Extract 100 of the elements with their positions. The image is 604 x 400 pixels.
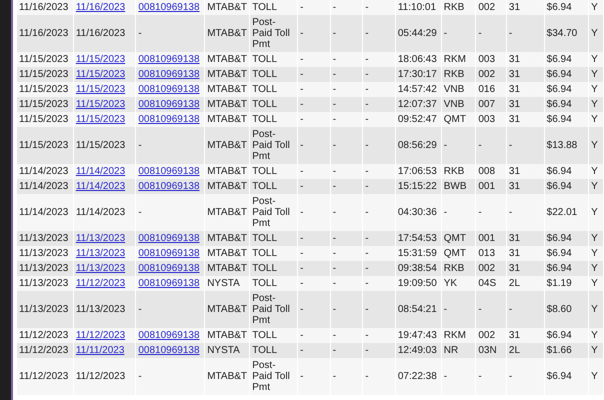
table-cell: RKB [442,67,476,82]
table-cell: - [476,194,506,231]
table-cell: 11/14/2023 [74,194,136,231]
table-cell: Y [589,328,603,343]
table-cell: TOLL [250,343,298,358]
table-cell: - [298,112,330,127]
table-cell: RKB [442,261,476,276]
table-cell: 11/13/2023 [17,261,73,276]
table-cell: RKM [442,52,476,67]
table-cell: 11/15/2023 [17,97,73,112]
table-cell: - [363,112,395,127]
table-cell: 003 [476,112,506,127]
table-cell: 09:52:47 [396,112,441,127]
table-cell: - [298,164,330,179]
table-cell: Y [589,246,603,261]
table-cell: 11:10:01 [396,0,441,15]
table-cell: - [298,82,330,97]
table-cell: - [298,179,330,194]
table-cell: 002 [476,67,506,82]
table-cell: TOLL [250,67,298,82]
table-cell: 31 [506,67,544,82]
table-cell: 001 [476,179,506,194]
table-cell: - [363,246,395,261]
table-cell: - [330,358,362,395]
table-cell: MTAB&T [205,246,250,261]
table-cell: - [298,246,330,261]
table-cell: - [506,127,544,164]
table-cell: - [363,231,395,246]
table-cell: $6.94 [544,231,588,246]
table-cell: 17:30:17 [396,67,441,82]
table-cell: - [298,328,330,343]
table-cell: $22.01 [544,194,588,231]
table-cell: 19:47:43 [396,328,441,343]
table-cell: QMT [442,112,476,127]
table-cell: - [506,358,544,395]
table-cell: NYSTA [205,343,250,358]
table-cell: - [363,15,395,52]
table-cell: RKB [442,0,476,15]
table-cell: $6.94 [544,82,588,97]
table-cell: Y [589,164,603,179]
table-cell: 31 [506,328,544,343]
table-cell: - [506,194,544,231]
table-cell: - [363,164,395,179]
table-cell: MTAB&T [205,179,250,194]
table-cell: NYSTA [205,276,250,291]
table-cell: - [442,194,476,231]
table-cell: MTAB&T [205,0,250,15]
table-cell: - [363,328,395,343]
table-cell: TOLL [250,246,298,261]
table-cell: - [330,179,362,194]
table-cell: QMT [442,231,476,246]
table-cell: Y [589,82,603,97]
table-cell: MTAB&T [205,15,250,52]
table-cell: 2L [506,276,544,291]
table-cell: - [442,291,476,328]
table-cell: 04S [476,276,506,291]
table-cell: - [363,343,395,358]
table-cell: 31 [506,112,544,127]
table-cell: MTAB&T [205,127,250,164]
table-cell: Post-Paid Toll Pmt [250,291,298,328]
table-cell: TOLL [250,52,298,67]
table-cell: - [330,261,362,276]
table-cell: 17:54:53 [396,231,441,246]
table-cell: - [363,276,395,291]
table-cell: - [298,0,330,15]
table-cell: 31 [506,246,544,261]
table-cell: 31 [506,0,544,15]
table-cell: 18:06:43 [396,52,441,67]
table-cell: 11/13/2023 [17,291,73,328]
table-cell: MTAB&T [205,231,250,246]
table-cell: 11/12/2023 [17,343,73,358]
table-cell: - [442,15,476,52]
table-cell: 31 [506,261,544,276]
table-cell: - [330,15,362,52]
table-cell: 19:09:50 [396,276,441,291]
table-cell: 11/14/2023 [17,164,73,179]
table-cell: $6.94 [544,0,588,15]
table-cell: $6.94 [544,164,588,179]
table-cell: Y [589,231,603,246]
table-cell: - [330,194,362,231]
table-cell: $6.94 [544,261,588,276]
table-cell: 11/13/2023 [17,246,73,261]
table-cell: 008 [476,164,506,179]
table-cell: 31 [506,164,544,179]
table-cell: $13.88 [544,127,588,164]
table-cell: - [476,291,506,328]
table-cell: - [298,67,330,82]
table-cell: - [136,15,204,52]
table-cell: - [298,358,330,395]
table-cell: 11/14/2023 [17,179,73,194]
table-cell: YK [442,276,476,291]
table-cell: - [363,52,395,67]
table-cell: - [136,358,204,395]
table-cell: 31 [506,231,544,246]
table-cell: 11/14/2023 [17,194,73,231]
table-cell: - [476,127,506,164]
table-cell: Y [589,194,603,231]
table-cell: 11/12/2023 [17,328,73,343]
table-cell: - [330,52,362,67]
table-cell: 31 [506,52,544,67]
